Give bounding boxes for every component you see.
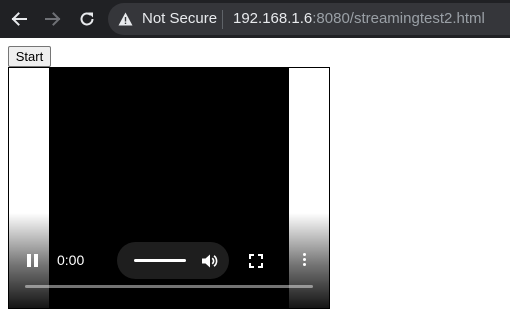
fullscreen-icon[interactable] bbox=[249, 254, 263, 268]
warning-icon[interactable] bbox=[118, 12, 133, 26]
address-bar[interactable]: Not Secure 192.168.1.6:8080/streamingtes… bbox=[108, 3, 510, 35]
pause-icon[interactable] bbox=[26, 254, 40, 268]
back-arrow-icon bbox=[11, 12, 27, 26]
more-options-icon[interactable] bbox=[303, 253, 307, 267]
forward-arrow-icon bbox=[45, 12, 61, 26]
progress-bar[interactable] bbox=[25, 285, 313, 288]
reload-icon bbox=[80, 12, 94, 26]
browser-toolbar: Not Secure 192.168.1.6:8080/streamingtes… bbox=[0, 0, 510, 38]
video-player[interactable]: 0:00 bbox=[8, 67, 330, 309]
volume-control[interactable] bbox=[117, 242, 229, 279]
start-button[interactable]: Start bbox=[8, 46, 51, 67]
current-time: 0:00 bbox=[57, 252, 85, 268]
back-button[interactable] bbox=[8, 8, 30, 30]
security-status-label[interactable]: Not Secure bbox=[142, 10, 217, 28]
reload-button[interactable] bbox=[76, 8, 98, 30]
forward-button[interactable] bbox=[42, 8, 64, 30]
volume-icon[interactable] bbox=[200, 252, 218, 270]
url-text[interactable]: 192.168.1.6:8080/streamingtest2.html bbox=[233, 10, 485, 28]
url-host: 192.168.1.6 bbox=[233, 10, 313, 27]
url-path: :8080/streamingtest2.html bbox=[312, 10, 485, 27]
volume-slider[interactable] bbox=[134, 259, 186, 262]
omnibox-divider bbox=[222, 10, 223, 29]
